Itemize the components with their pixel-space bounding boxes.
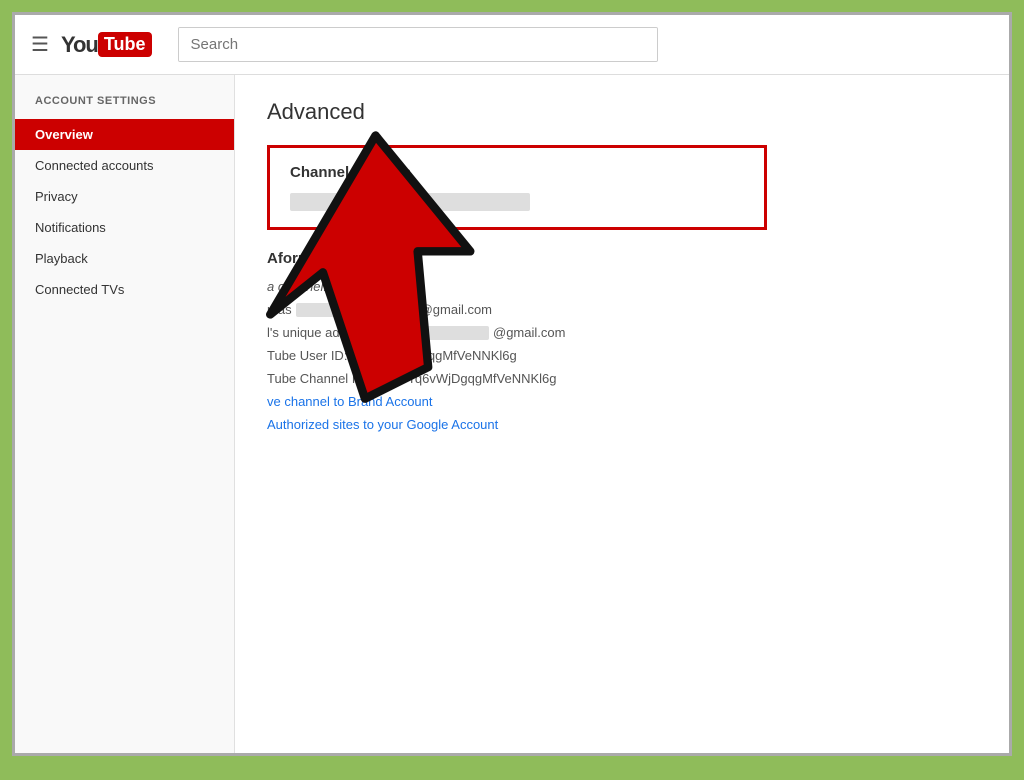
info-line-1-text: a channel. <box>267 279 327 294</box>
account-info-heading: Aformation <box>267 250 767 267</box>
info-line-3-blurred <box>379 326 489 340</box>
hamburger-icon[interactable]: ☰ <box>31 32 49 57</box>
info-line-4: Tube User ID: OcYq6vWjDgqgMfVeNNKl6g <box>267 348 767 363</box>
channel-settings-blurred-content <box>290 193 530 211</box>
info-line-5-text: Tube Channel ID: UCOcYq6vWjDgqgMfVeNNKl6… <box>267 371 557 386</box>
sidebar-item-playback[interactable]: Playback <box>15 243 234 274</box>
info-line-2-blurred <box>296 303 416 317</box>
info-line-5: Tube Channel ID: UCOcYq6vWjDgqgMfVeNNKl6… <box>267 371 767 386</box>
youtube-icon-tube: Tube <box>98 32 152 57</box>
info-line-3-suffix: @gmail.com <box>493 325 565 340</box>
sidebar-item-connected-tvs[interactable]: Connected TVs <box>15 274 234 305</box>
authorized-sites-link[interactable]: Authorized sites to your Google Account <box>267 417 498 432</box>
youtube-logo[interactable]: You Tube <box>61 32 154 58</box>
brand-account-link[interactable]: ve channel to Brand Account <box>267 394 433 409</box>
sidebar-item-connected-accounts[interactable]: Connected accounts <box>15 150 234 181</box>
info-link-2-line: Authorized sites to your Google Account <box>267 417 767 432</box>
main-content: Advanced Channel settings Aformation a c… <box>235 75 1009 753</box>
info-line-2-suffix: @gmail.com <box>420 302 492 317</box>
search-bar[interactable] <box>178 27 658 62</box>
info-line-3-prefix: l's unique address: <box>267 325 375 340</box>
youtube-text-you: You <box>61 32 98 58</box>
info-line-2-prefix: n as <box>267 302 292 317</box>
sidebar: ACCOUNT SETTINGS Overview Connected acco… <box>15 75 235 753</box>
sidebar-item-overview[interactable]: Overview <box>15 119 234 150</box>
info-line-4-text: Tube User ID: OcYq6vWjDgqgMfVeNNKl6g <box>267 348 517 363</box>
sidebar-item-notifications[interactable]: Notifications <box>15 212 234 243</box>
sidebar-item-privacy[interactable]: Privacy <box>15 181 234 212</box>
info-link-1-line: ve channel to Brand Account <box>267 394 767 409</box>
page-title: Advanced <box>267 99 977 125</box>
account-info-section: Aformation a channel. n as @gmail.com l'… <box>267 250 767 432</box>
channel-settings-box: Channel settings <box>267 145 767 230</box>
info-line-1: a channel. <box>267 279 767 294</box>
search-input[interactable] <box>179 28 657 61</box>
info-line-2: n as @gmail.com <box>267 302 767 317</box>
top-navigation: ☰ You Tube <box>15 15 1009 75</box>
content-area: ACCOUNT SETTINGS Overview Connected acco… <box>15 75 1009 753</box>
sidebar-section-title: ACCOUNT SETTINGS <box>15 95 234 119</box>
channel-settings-title: Channel settings <box>290 164 744 181</box>
info-line-3: l's unique address: @gmail.com <box>267 325 767 340</box>
